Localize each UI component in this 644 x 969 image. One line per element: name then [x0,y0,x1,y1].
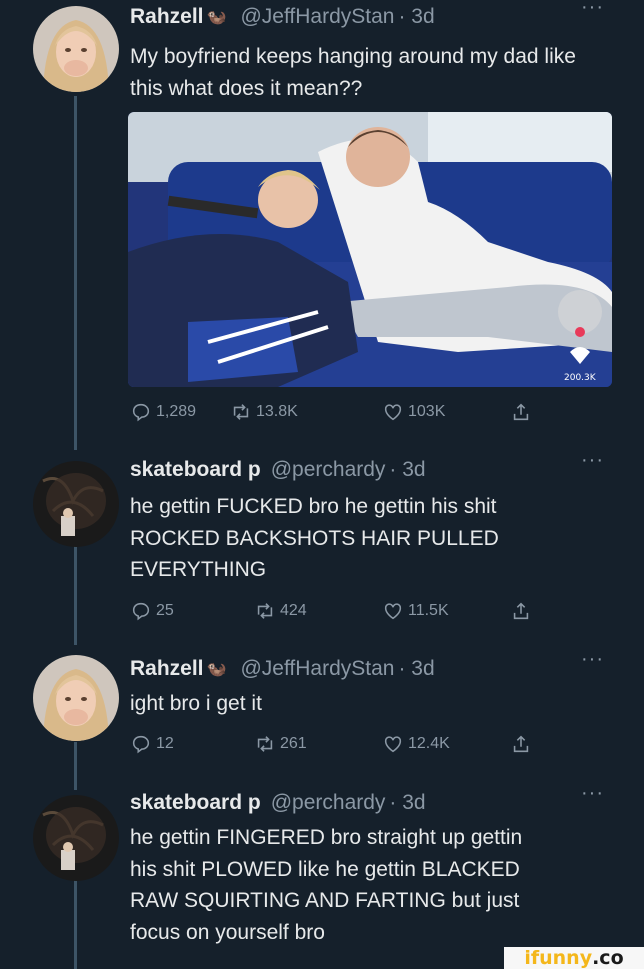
tweet-text-line: My boyfriend keeps hanging around my dad… [130,45,576,68]
heart-icon [384,603,402,620]
avatar[interactable] [33,6,119,92]
tweet-text: My boyfriend keeps hanging around my dad… [130,41,614,104]
author-handle[interactable]: @perchardy [271,458,386,482]
thread-line [74,96,77,450]
tweet-header: Rahzell 🦦 @JeffHardyStan · 3d ··· [130,0,634,32]
share-button[interactable] [510,597,532,625]
tweet-text-line: his shit PLOWED like he gettin BLACKED [130,857,520,881]
reply-count: 25 [156,602,174,619]
tweet-text: he gettin FINGERED bro straight up getti… [130,822,614,948]
like-button[interactable]: 12.4K [382,730,450,758]
retweet-count: 424 [280,602,307,619]
avatar[interactable] [33,655,119,741]
reply-button[interactable]: 1,289 [130,398,196,426]
thread-line [74,543,77,645]
watermark-main: ifunny [524,947,593,969]
more-options-button[interactable]: ··· [581,782,604,805]
tweet-header: skateboard p @perchardy · 3d ··· [130,449,634,485]
more-options-button[interactable]: ··· [581,0,604,19]
share-icon [513,403,529,421]
author-handle[interactable]: @JeffHardyStan [240,5,394,29]
like-count: 12.4K [408,735,450,752]
share-icon [513,735,529,753]
tweet-actions: 25 424 11.5K [130,597,530,625]
tweet-actions: 12 261 12.4K [130,730,530,758]
like-button[interactable]: 103K [382,398,445,426]
avatar[interactable] [33,795,119,881]
author-name[interactable]: Rahzell [130,657,204,681]
tweet-text: ight bro i get it [130,688,614,720]
tweet-text-line: ight bro i get it [130,692,262,715]
like-button[interactable]: 11.5K [382,597,449,625]
share-button[interactable] [510,398,532,426]
avatar[interactable] [33,461,119,547]
reply-icon [132,735,150,754]
reply-button[interactable]: 12 [130,730,174,758]
tweet-text-line: this what does it mean?? [130,76,363,100]
retweet-icon [257,736,273,752]
retweet-icon [233,404,249,420]
author-handle[interactable]: @JeffHardyStan [240,657,394,681]
tweet-header: Rahzell 🦦 @JeffHardyStan · 3d ··· [130,648,634,684]
share-button[interactable] [510,730,532,758]
timestamp[interactable]: · 3d [398,657,434,681]
tweet-text: he gettin FUCKED bro he gettin his shit … [130,491,614,586]
retweet-count: 261 [280,735,307,752]
retweet-button[interactable]: 261 [254,730,307,758]
thread-line [74,742,77,790]
author-name[interactable]: skateboard p [130,791,261,815]
thread-line [74,880,77,969]
more-options-button[interactable]: ··· [581,449,604,472]
tweet-header: skateboard p @perchardy · 3d ··· [130,782,634,818]
reply-icon [132,602,150,621]
author-name[interactable]: Rahzell [130,5,204,29]
reply-button[interactable]: 25 [130,597,174,625]
timestamp[interactable]: · 3d [389,791,425,815]
otter-emoji-icon: 🦦 [206,9,227,26]
retweet-count: 13.8K [256,403,298,420]
retweet-icon [257,603,273,619]
more-options-button[interactable]: ··· [581,648,604,671]
heart-icon [384,736,402,753]
timestamp[interactable]: · 3d [398,5,434,29]
tweet-text-line: ROCKED BACKSHOTS HAIR PULLED [130,526,499,550]
timestamp[interactable]: · 3d [389,458,425,482]
reply-count: 12 [156,735,174,752]
retweet-button[interactable]: 424 [254,597,307,625]
heart-icon [384,404,402,421]
otter-emoji-icon: 🦦 [206,661,227,678]
tweet-actions: 1,289 13.8K 103K [130,398,530,426]
tweet-text-line: he gettin FINGERED bro straight up getti… [130,826,523,849]
reply-icon [132,403,150,422]
tweet-text-line: RAW SQUIRTING AND FARTING but just [130,889,520,912]
author-handle[interactable]: @perchardy [271,791,386,815]
like-count: 103K [408,403,446,420]
tweet-media-image[interactable]: 200.3K [128,112,612,387]
watermark-suffix: .co [592,947,624,969]
ifunny-watermark: ifunny.co [504,947,644,969]
share-icon [513,602,529,620]
media-like-count-overlay: 200.3K [564,373,597,383]
tweet-text-line: he gettin FUCKED bro he gettin his shit [130,495,497,518]
author-name[interactable]: skateboard p [130,458,261,482]
reply-count: 1,289 [156,403,197,420]
like-count: 11.5K [408,602,449,619]
retweet-button[interactable]: 13.8K [230,398,298,426]
tweet-text-line: focus on yourself bro [130,920,325,944]
tweet-text-line: EVERYTHING [130,558,267,581]
